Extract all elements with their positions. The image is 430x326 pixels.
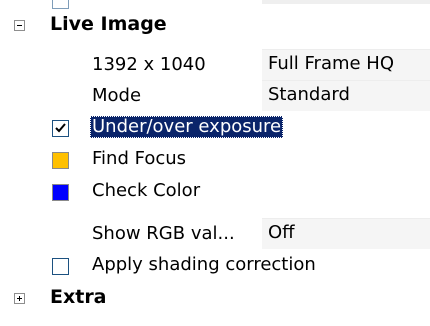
- property-value-resolution: Full Frame HQ: [268, 53, 395, 74]
- property-value-show-rgb: Off: [268, 222, 295, 243]
- property-row-under-over-exposure[interactable]: Under/over exposure: [0, 112, 430, 144]
- property-value-cell-resolution[interactable]: Full Frame HQ: [262, 49, 430, 80]
- property-row-mode[interactable]: Mode Standard: [0, 80, 430, 112]
- under-over-exposure-checkbox[interactable]: [52, 120, 69, 137]
- property-row-find-focus[interactable]: Find Focus: [0, 144, 430, 176]
- property-row-show-rgb[interactable]: Show RGB val... Off: [0, 218, 430, 250]
- property-name-mode: Mode: [92, 85, 142, 106]
- category-extra[interactable]: Extra: [0, 282, 430, 314]
- category-live-image[interactable]: Live Image: [0, 8, 430, 40]
- checkmark-icon: [55, 123, 66, 133]
- check-color-label: Check Color: [92, 180, 201, 201]
- find-focus-label: Find Focus: [92, 148, 187, 169]
- under-over-exposure-label[interactable]: Under/over exposure: [90, 116, 284, 138]
- property-name-resolution: 1392 x 1040: [92, 54, 206, 75]
- property-row-resolution[interactable]: 1392 x 1040 Full Frame HQ: [0, 49, 430, 81]
- property-value-cell-show-rgb[interactable]: Off: [262, 218, 430, 249]
- property-value-mode: Standard: [268, 84, 350, 105]
- property-row-check-color[interactable]: Check Color: [0, 176, 430, 208]
- category-label-extra: Extra: [50, 286, 107, 308]
- find-focus-color-swatch[interactable]: [52, 152, 69, 169]
- collapse-icon[interactable]: [14, 20, 25, 31]
- apply-shading-checkbox[interactable]: [52, 258, 69, 275]
- property-name-show-rgb: Show RGB val...: [92, 223, 235, 244]
- category-label-live-image: Live Image: [50, 13, 167, 35]
- property-panel: Live Image 1392 x 1040 Full Frame HQ Mod…: [0, 0, 430, 326]
- partial-value-cell: [262, 0, 430, 4]
- property-value-cell-mode[interactable]: Standard: [262, 80, 430, 111]
- property-row-apply-shading[interactable]: Apply shading correction: [0, 250, 430, 282]
- apply-shading-label: Apply shading correction: [92, 254, 316, 275]
- expand-icon[interactable]: [14, 293, 25, 304]
- check-color-color-swatch[interactable]: [52, 184, 69, 201]
